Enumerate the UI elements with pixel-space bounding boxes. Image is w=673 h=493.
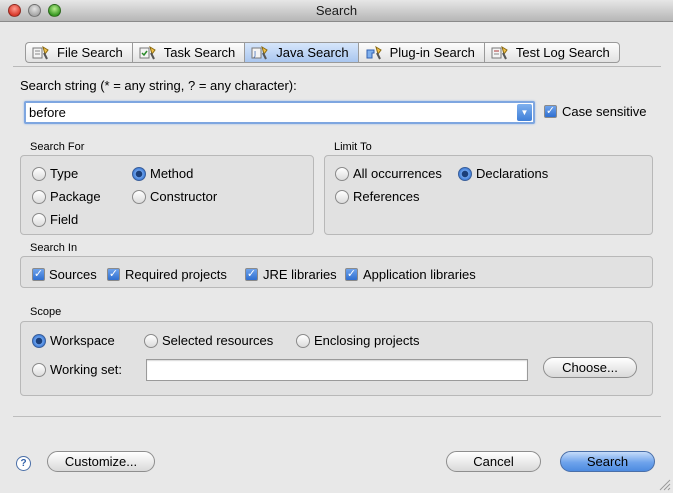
selected-resources-label: Selected resources xyxy=(162,333,274,348)
jre-libraries-label: JRE libraries xyxy=(263,267,337,282)
chevron-down-icon: ▼ xyxy=(520,108,529,117)
field-label: Field xyxy=(50,212,79,227)
checkmark-icon: ✓ xyxy=(246,268,257,280)
working-set-label: Working set: xyxy=(50,362,123,377)
search-string-label: Search string (* = any string, ? = any c… xyxy=(20,78,297,93)
search-string-value[interactable]: before xyxy=(29,105,66,120)
footer-separator xyxy=(13,416,661,417)
tab-label: File Search xyxy=(57,45,123,60)
declarations-radio[interactable] xyxy=(458,167,472,181)
scope-title: Scope xyxy=(30,306,62,318)
search-for-title: Search For xyxy=(30,141,85,153)
jre-libraries-checkbox[interactable]: ✓ xyxy=(245,268,258,281)
sources-checkbox[interactable]: ✓ xyxy=(32,268,45,281)
case-sensitive-label: Case sensitive xyxy=(562,104,647,119)
choose-button[interactable]: Choose... xyxy=(543,357,637,378)
enclosing-projects-label: Enclosing projects xyxy=(314,333,420,348)
tab-panel-border xyxy=(13,66,661,67)
tab-label: Test Log Search xyxy=(515,45,610,60)
tab-file-search[interactable]: File Search xyxy=(25,42,132,63)
application-libraries-label: Application libraries xyxy=(363,267,476,282)
required-projects-label: Required projects xyxy=(125,267,227,282)
tab-label: Task Search xyxy=(163,45,236,60)
constructor-radio[interactable] xyxy=(132,190,146,204)
flashlight-icon xyxy=(491,45,508,59)
svg-text:J: J xyxy=(253,50,256,58)
working-set-field[interactable] xyxy=(146,359,528,381)
checkmark-icon: ✓ xyxy=(108,268,119,280)
workspace-label: Workspace xyxy=(50,333,115,348)
selected-resources-radio[interactable] xyxy=(144,334,158,348)
all-occurrences-radio[interactable] xyxy=(335,167,349,181)
search-in-title: Search In xyxy=(30,242,78,254)
field-radio[interactable] xyxy=(32,213,46,227)
type-label: Type xyxy=(50,166,79,181)
working-set-radio[interactable] xyxy=(32,363,46,377)
tab-label: Java Search xyxy=(276,45,349,60)
checkmark-icon: ✓ xyxy=(346,268,357,280)
flashlight-icon xyxy=(139,45,156,59)
tab-task-search[interactable]: Task Search xyxy=(131,42,245,63)
enclosing-projects-radio[interactable] xyxy=(296,334,310,348)
references-radio[interactable] xyxy=(335,190,349,204)
tab-test-log-search[interactable]: Test Log Search xyxy=(483,42,620,63)
customize-button[interactable]: Customize... xyxy=(47,451,155,472)
search-button[interactable]: Search xyxy=(560,451,655,472)
tab-plugin-search[interactable]: Plug-in Search xyxy=(357,42,484,63)
search-tabs: File Search Task Search J Java Search Pl… xyxy=(25,42,620,63)
method-radio[interactable] xyxy=(132,167,146,181)
help-icon[interactable]: ? xyxy=(16,456,31,471)
search-string-combo[interactable]: before ▼ xyxy=(24,101,535,124)
type-radio[interactable] xyxy=(32,167,46,181)
tab-label: Plug-in Search xyxy=(389,45,475,60)
required-projects-checkbox[interactable]: ✓ xyxy=(107,268,120,281)
sources-label: Sources xyxy=(49,267,97,282)
case-sensitive-checkbox[interactable]: ✓ xyxy=(544,105,557,118)
all-occurrences-label: All occurrences xyxy=(353,166,442,181)
package-label: Package xyxy=(50,189,101,204)
checkmark-icon: ✓ xyxy=(33,268,44,280)
flashlight-icon: J xyxy=(251,45,269,59)
constructor-label: Constructor xyxy=(150,189,218,204)
cancel-button[interactable]: Cancel xyxy=(446,451,541,472)
limit-to-title: Limit To xyxy=(334,141,372,153)
flashlight-icon xyxy=(32,45,49,59)
references-label: References xyxy=(353,189,420,204)
method-label: Method xyxy=(150,166,194,181)
application-libraries-checkbox[interactable]: ✓ xyxy=(345,268,358,281)
window-title: Search xyxy=(315,3,358,18)
combo-dropdown-button[interactable]: ▼ xyxy=(517,104,532,121)
workspace-radio[interactable] xyxy=(32,334,46,348)
declarations-label: Declarations xyxy=(476,166,549,181)
package-radio[interactable] xyxy=(32,190,46,204)
flashlight-icon xyxy=(366,45,382,59)
resize-grip-icon[interactable] xyxy=(657,477,671,491)
tab-java-search[interactable]: J Java Search xyxy=(244,42,358,63)
checkmark-icon: ✓ xyxy=(545,105,556,117)
